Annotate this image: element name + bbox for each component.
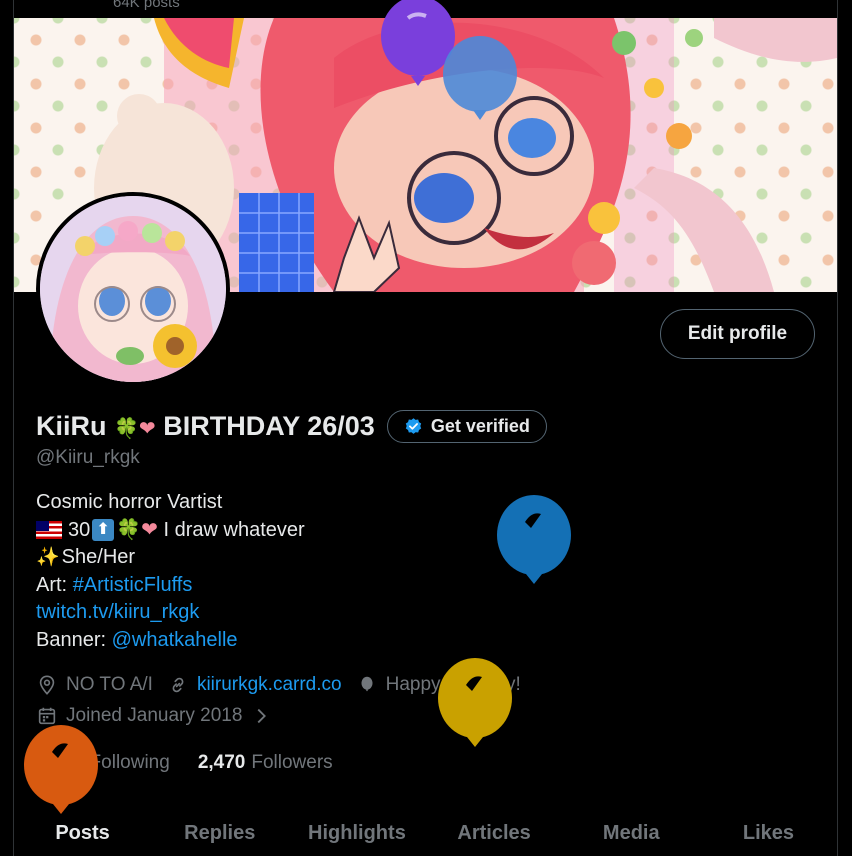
bio-age: 30 — [68, 518, 91, 541]
link-icon — [167, 674, 189, 696]
display-name-text: KiiRu — [36, 410, 107, 441]
profile-tabs: Posts Replies Highlights Articles Media … — [14, 806, 837, 856]
get-verified-label: Get verified — [430, 415, 530, 436]
following-count[interactable]: 1,739 — [36, 752, 84, 774]
birthday-item: Happy Birthday! — [356, 674, 521, 696]
bio-line-twitch: twitch.tv/kiiru_rkgk — [36, 599, 305, 627]
tab-articles[interactable]: Articles — [426, 806, 563, 856]
avatar-artwork — [40, 196, 226, 382]
calendar-icon — [36, 705, 58, 727]
website-link[interactable]: kiirurkgk.carrd.co — [197, 674, 342, 696]
bio-line-banner: Banner: @whatkahelle — [36, 627, 305, 655]
followers-label[interactable]: Followers — [251, 752, 332, 774]
sparkles-icon: ✨ — [36, 547, 60, 569]
joined-text: Joined January 2018 — [66, 705, 243, 726]
tab-replies[interactable]: Replies — [151, 806, 288, 856]
joined-row[interactable]: Joined January 2018 — [36, 701, 272, 731]
location-pin-icon — [36, 674, 58, 696]
hashtag-link[interactable]: #ArtisticFluffs — [73, 572, 193, 600]
verified-badge-icon — [405, 417, 421, 434]
profile-avatar[interactable] — [36, 192, 230, 386]
banner-credit-link[interactable]: @whatkahelle — [112, 627, 238, 655]
website-item: kiirurkgk.carrd.co — [167, 674, 342, 696]
tab-media[interactable]: Media — [563, 806, 700, 856]
bio-draw-text: I draw whatever — [163, 518, 305, 541]
tab-likes[interactable]: Likes — [700, 806, 837, 856]
tab-highlights-label: Highlights — [308, 822, 406, 844]
twitch-link[interactable]: twitch.tv/kiiru_rkgk — [36, 599, 199, 627]
chevron-right-icon — [250, 705, 272, 727]
up-arrow-icon: ⬆ — [92, 519, 115, 542]
clover-icon: 🍀 — [116, 518, 142, 541]
column-border-right — [837, 0, 838, 856]
tab-replies-label: Replies — [184, 822, 256, 844]
profile-meta-row: NO TO A/I kiirurkgk.carrd.co Happy Birth… — [36, 670, 535, 700]
tab-articles-label: Articles — [457, 822, 531, 844]
follow-stats: 1,739 Following 2,470 Followers — [36, 748, 361, 778]
bio-pronouns: She/Her — [61, 546, 136, 569]
location-text: NO TO A/I — [66, 674, 153, 695]
heart-icon: ❤ — [138, 417, 156, 440]
profile-handle: @Kiiru_rkgk — [36, 447, 140, 468]
bio-art-label: Art: — [36, 573, 68, 596]
heart-icon: ❤ — [141, 518, 158, 541]
tab-posts-label: Posts — [55, 822, 110, 844]
bio-line-3: ✨ She/Her — [36, 544, 305, 572]
edit-profile-button[interactable]: Edit profile — [660, 309, 815, 359]
profile-name-row: KiiRu 🍀❤ BIRTHDAY 26/03 Get verified — [36, 406, 547, 446]
display-name: KiiRu 🍀❤ BIRTHDAY 26/03 — [36, 411, 375, 442]
bio-line-2: 30 ⬆ 🍀 ❤ I draw whatever — [36, 517, 305, 545]
tab-likes-label: Likes — [742, 822, 795, 844]
get-verified-button[interactable]: Get verified — [386, 409, 547, 443]
display-name-suffix: BIRTHDAY 26/03 — [163, 410, 375, 441]
tab-posts[interactable]: Posts — [14, 806, 151, 856]
balloon-icon — [356, 674, 378, 696]
birthday-text: Happy Birthday! — [385, 674, 521, 695]
following-label[interactable]: Following — [90, 752, 170, 774]
clover-icon: 🍀 — [114, 417, 139, 440]
top-header-strip: 64K posts — [0, 0, 852, 18]
post-count: 64K posts — [113, 0, 180, 11]
tab-media-label: Media — [602, 822, 660, 844]
location-item: NO TO A/I — [36, 674, 153, 696]
bio-banner-label: Banner: — [36, 628, 107, 651]
tab-highlights[interactable]: Highlights — [288, 806, 425, 856]
balloon-blue-icon — [497, 495, 571, 584]
followers-count[interactable]: 2,470 — [198, 752, 246, 774]
bio-line-art: Art: #ArtisticFluffs — [36, 572, 305, 600]
bio-line-1: Cosmic horror Vartist — [36, 491, 223, 513]
profile-bio: Cosmic horror Vartist 30 ⬆ 🍀 ❤ I draw what… — [36, 489, 305, 655]
malaysia-flag-icon — [36, 521, 62, 540]
